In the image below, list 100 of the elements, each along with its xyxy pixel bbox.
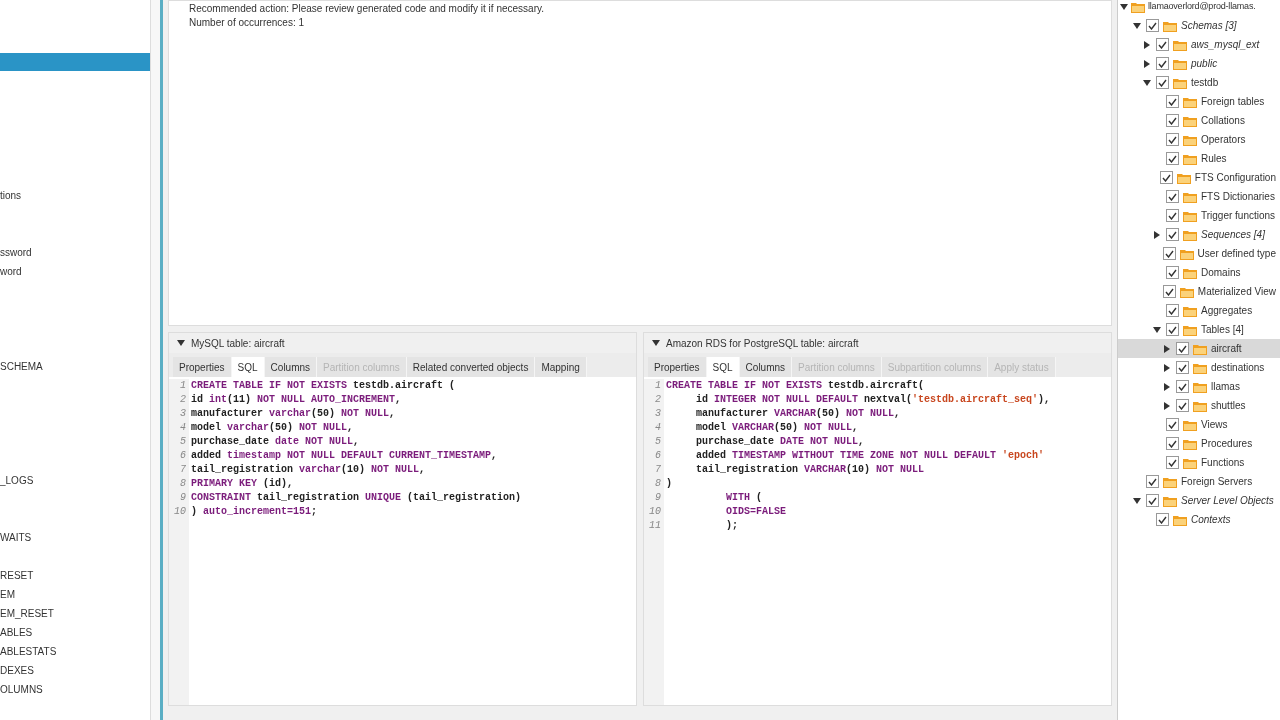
tree-item[interactable]: Operators [1118,130,1280,149]
checkbox[interactable] [1162,285,1176,298]
list-item[interactable]: RESET [0,566,34,585]
line-number: 11 [644,519,664,533]
tree-item[interactable]: Collations [1118,111,1280,130]
tree-item[interactable]: FTS Dictionaries [1118,187,1280,206]
code-line: OIDS=FALSE [725,505,787,519]
checkbox[interactable] [1176,342,1189,355]
tree-item[interactable]: Server Level Objects [1118,491,1280,510]
tree-item[interactable]: Contexts [1118,510,1280,529]
tree-item[interactable]: Procedures [1118,434,1280,453]
checkbox[interactable] [1166,437,1179,450]
tree-item[interactable]: Aggregates [1118,301,1280,320]
tree-item[interactable]: aws_mysql_ext [1118,35,1280,54]
checkbox[interactable] [1176,361,1189,374]
tree-item[interactable]: llamas [1118,377,1280,396]
collapse-arrow-icon[interactable] [1133,496,1141,505]
collapse-arrow-icon[interactable] [1120,2,1128,11]
tree-item[interactable]: Tables [4] [1118,320,1280,339]
expand-arrow-icon[interactable] [1153,230,1161,239]
panel-header[interactable]: Amazon RDS for PostgreSQL table: aircraft [644,333,1111,353]
tree-item[interactable]: public [1118,54,1280,73]
collapse-arrow-icon[interactable] [1143,78,1151,87]
list-item[interactable]: tions [0,186,22,205]
tree-item[interactable]: Rules [1118,149,1280,168]
tree-item[interactable]: destinations [1118,358,1280,377]
tab[interactable]: Mapping [535,357,587,377]
tree-item[interactable]: Sequences [4] [1118,225,1280,244]
checkbox[interactable] [1166,95,1179,108]
tree-item[interactable]: Schemas [3] [1118,16,1280,35]
collapse-arrow-icon[interactable] [652,339,660,347]
scrollbar[interactable] [150,0,160,720]
tab[interactable]: Properties [648,357,707,377]
expand-arrow-icon[interactable] [1163,363,1171,372]
expand-arrow-icon[interactable] [1143,59,1151,68]
checkbox[interactable] [1156,57,1169,70]
tree-item[interactable]: testdb [1118,73,1280,92]
tree-label: public [1191,57,1218,71]
checkbox[interactable] [1146,494,1159,507]
tree-item[interactable]: FTS Configuration [1118,168,1280,187]
tab[interactable]: Columns [264,357,318,377]
list-item[interactable]: EM_RESET [0,604,54,623]
tree-item[interactable]: Views [1118,415,1280,434]
checkbox[interactable] [1146,19,1159,32]
line-number: 4 [644,421,664,435]
list-item[interactable]: EM [0,585,15,604]
checkbox[interactable] [1176,399,1189,412]
checkbox[interactable] [1166,266,1179,279]
checkbox[interactable] [1166,418,1179,431]
tree-item[interactable]: shuttles [1118,396,1280,415]
tab[interactable]: SQL [231,357,265,377]
list-item[interactable]: ssword [0,243,32,262]
checkbox[interactable] [1162,247,1176,260]
list-item[interactable]: ABLESTATS [0,642,57,661]
checkbox[interactable] [1166,190,1179,203]
expand-arrow-icon[interactable] [1163,382,1171,391]
checkbox[interactable] [1166,114,1179,127]
tab[interactable]: Columns [739,357,793,377]
tree-item[interactable]: Materialized View [1118,282,1280,301]
tree-item[interactable]: Functions [1118,453,1280,472]
tree-root[interactable]: llamaoverlord@prod-llamas. [1118,0,1280,13]
checkbox[interactable] [1166,323,1179,336]
checkbox[interactable] [1156,76,1169,89]
tree-item[interactable]: Foreign tables [1118,92,1280,111]
tree-item[interactable]: User defined type [1118,244,1280,263]
expand-arrow-icon[interactable] [1163,344,1171,353]
checkbox[interactable] [1166,456,1179,469]
checkbox[interactable] [1146,475,1159,488]
panel-header[interactable]: MySQL table: aircraft [169,333,636,353]
collapse-arrow-icon[interactable] [177,339,185,347]
tab[interactable]: SQL [706,357,740,377]
collapse-arrow-icon[interactable] [1133,21,1141,30]
checkbox[interactable] [1156,513,1169,526]
line-number: 8 [169,477,189,491]
collapse-arrow-icon[interactable] [1153,325,1161,334]
tab[interactable]: Properties [173,357,232,377]
checkbox[interactable] [1166,152,1179,165]
tab[interactable]: Related converted objects [406,357,536,377]
list-item[interactable]: ABLES [0,623,33,642]
tree-item[interactable]: Foreign Servers [1118,472,1280,491]
expand-arrow-icon[interactable] [1143,40,1151,49]
checkbox[interactable] [1156,38,1169,51]
list-item[interactable]: DEXES [0,661,34,680]
expand-arrow-icon[interactable] [1163,401,1171,410]
checkbox[interactable] [1159,171,1173,184]
list-item[interactable]: _LOGS [0,471,34,490]
tree-item[interactable]: aircraft [1118,339,1280,358]
checkbox[interactable] [1166,133,1179,146]
list-item[interactable]: SCHEMA [0,357,43,376]
checkbox[interactable] [1166,228,1179,241]
checkbox[interactable] [1166,304,1179,317]
checkbox[interactable] [1166,209,1179,222]
tree-label: Server Level Objects [1181,494,1274,508]
tree-item[interactable]: Trigger functions [1118,206,1280,225]
list-item[interactable]: OLUMNS [0,680,43,699]
list-item[interactable]: word [0,262,22,281]
checkbox[interactable] [1176,380,1189,393]
tree-item[interactable]: Domains [1118,263,1280,282]
message-text: Number of occurrences: 1 [189,16,306,30]
list-item[interactable]: WAITS [0,528,32,547]
